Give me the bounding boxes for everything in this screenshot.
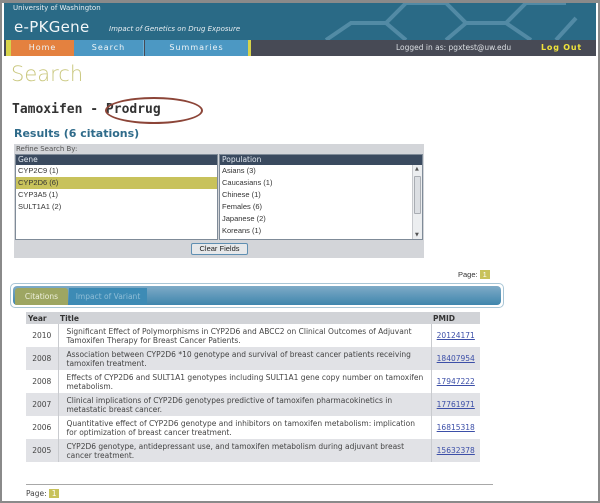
cell-year: 2008 (26, 347, 59, 370)
table-row: 2008 Effects of CYP2D6 and SULT1A1 genot… (26, 370, 480, 393)
refine-label: Refine Search By: (16, 145, 78, 153)
table-row: 2005 CYP2D6 genotype, antidepressant use… (26, 439, 480, 462)
pmid-link[interactable]: 15632378 (437, 446, 475, 455)
annotation-circle (105, 97, 203, 124)
gene-option-selected[interactable]: CYP2D6 (6) (16, 177, 217, 189)
divider (26, 484, 493, 485)
column-header-pmid: PMID (431, 312, 480, 324)
cell-year: 2006 (26, 416, 59, 439)
cell-title: Association between CYP2D6 *10 genotype … (58, 347, 432, 370)
cell-title: Significant Effect of Polymorphisms in C… (58, 324, 432, 347)
population-listbox[interactable]: Population Asians (3) Caucasians (1) Chi… (219, 154, 423, 240)
population-option[interactable]: Caucasians (1) (220, 177, 422, 189)
cell-pmid: 20124171 (431, 324, 480, 347)
nav-accent (248, 40, 251, 56)
main-nav: Home Search Summaries Logged in as: pgxt… (4, 40, 596, 56)
population-scrollbar[interactable]: ▲ ▼ (412, 165, 422, 239)
table-row: 2008 Association between CYP2D6 *10 geno… (26, 347, 480, 370)
cell-year: 2005 (26, 439, 59, 462)
gene-list-header: Gene (16, 155, 217, 165)
page-number-1[interactable]: 1 (479, 270, 490, 279)
cell-pmid: 17761971 (431, 393, 480, 416)
table-row: 2007 Clinical implications of CYP2D6 gen… (26, 393, 480, 416)
population-option[interactable]: Koreans (1) (220, 225, 422, 237)
university-label: University of Washington (13, 4, 101, 12)
population-option[interactable]: Asians (3) (220, 165, 422, 177)
logged-in-status: Logged in as: pgxtest@uw.edu (396, 43, 512, 52)
gene-listbox[interactable]: Gene CYP2C9 (1) CYP2D6 (6) CYP3A5 (1) SU… (15, 154, 218, 240)
cell-pmid: 17947222 (431, 370, 480, 393)
population-option[interactable]: Females (6) (220, 201, 422, 213)
pmid-link[interactable]: 18407954 (437, 354, 475, 363)
page-title: Search (11, 62, 84, 86)
hexagon-pattern-decoration (324, 3, 578, 40)
cell-pmid: 15632378 (431, 439, 480, 462)
tab-citations[interactable]: Citations (15, 288, 68, 305)
pmid-link[interactable]: 17761971 (437, 400, 475, 409)
table-row: 2006 Quantitative effect of CYP2D6 genot… (26, 416, 480, 439)
population-list-header: Population (220, 155, 422, 165)
cell-year: 2010 (26, 324, 59, 347)
brand-logo[interactable]: e-PKGene (14, 18, 90, 36)
cell-year: 2007 (26, 393, 59, 416)
cell-pmid: 16815318 (431, 416, 480, 439)
refine-panel: Refine Search By: Gene CYP2C9 (1) CYP2D6… (14, 144, 424, 258)
logout-link[interactable]: Log Out (541, 40, 582, 56)
page-number-1[interactable]: 1 (48, 489, 60, 498)
clear-fields-button[interactable]: Clear Fields (191, 243, 248, 255)
pmid-link[interactable]: 16815318 (437, 423, 475, 432)
pagination-top: Page: 1 (458, 270, 490, 279)
citations-table: Year Title PMID 2010 Significant Effect … (26, 312, 480, 462)
gene-option[interactable]: CYP2C9 (1) (16, 165, 217, 177)
scroll-up-arrow-icon[interactable]: ▲ (415, 166, 419, 172)
column-header-year: Year (26, 312, 58, 324)
site-header: University of Washington e-PKGene Impact… (4, 3, 596, 40)
pmid-link[interactable]: 20124171 (437, 331, 475, 340)
results-count: Results (6 citations) (14, 127, 140, 140)
nav-tab-summaries[interactable]: Summaries (145, 40, 248, 56)
cell-year: 2008 (26, 370, 59, 393)
gene-option[interactable]: SULT1A1 (2) (16, 201, 217, 213)
results-tabbar: Citations Impact of Variant (10, 283, 504, 308)
tab-impact-of-variant[interactable]: Impact of Variant (69, 288, 147, 305)
gene-option[interactable]: CYP3A5 (1) (16, 189, 217, 201)
pmid-link[interactable]: 17947222 (437, 377, 475, 386)
cell-title: Clinical implications of CYP2D6 genotype… (58, 393, 432, 416)
population-option[interactable]: Chinese (1) (220, 189, 422, 201)
cell-title: CYP2D6 genotype, antidepressant use, and… (58, 439, 432, 462)
cell-title: Quantitative effect of CYP2D6 genotype a… (58, 416, 432, 439)
table-header-row: Year Title PMID (26, 312, 480, 324)
cell-title: Effects of CYP2D6 and SULT1A1 genotypes … (58, 370, 432, 393)
table-row: 2010 Significant Effect of Polymorphisms… (26, 324, 480, 347)
pagination-bottom: Page: 1 (26, 489, 60, 498)
column-header-title: Title (58, 312, 431, 324)
cell-pmid: 18407954 (431, 347, 480, 370)
scrollbar-thumb[interactable] (414, 176, 421, 214)
scroll-down-arrow-icon[interactable]: ▼ (415, 232, 419, 238)
nav-tab-home[interactable]: Home (11, 40, 74, 56)
tabbar-inner: Citations Impact of Variant (13, 286, 501, 305)
page-label: Page: (458, 270, 478, 279)
tagline: Impact of Genetics on Drug Exposure (109, 25, 241, 33)
nav-tab-search[interactable]: Search (74, 40, 144, 56)
page-label: Page: (26, 489, 47, 498)
population-option[interactable]: Japanese (2) (220, 213, 422, 225)
